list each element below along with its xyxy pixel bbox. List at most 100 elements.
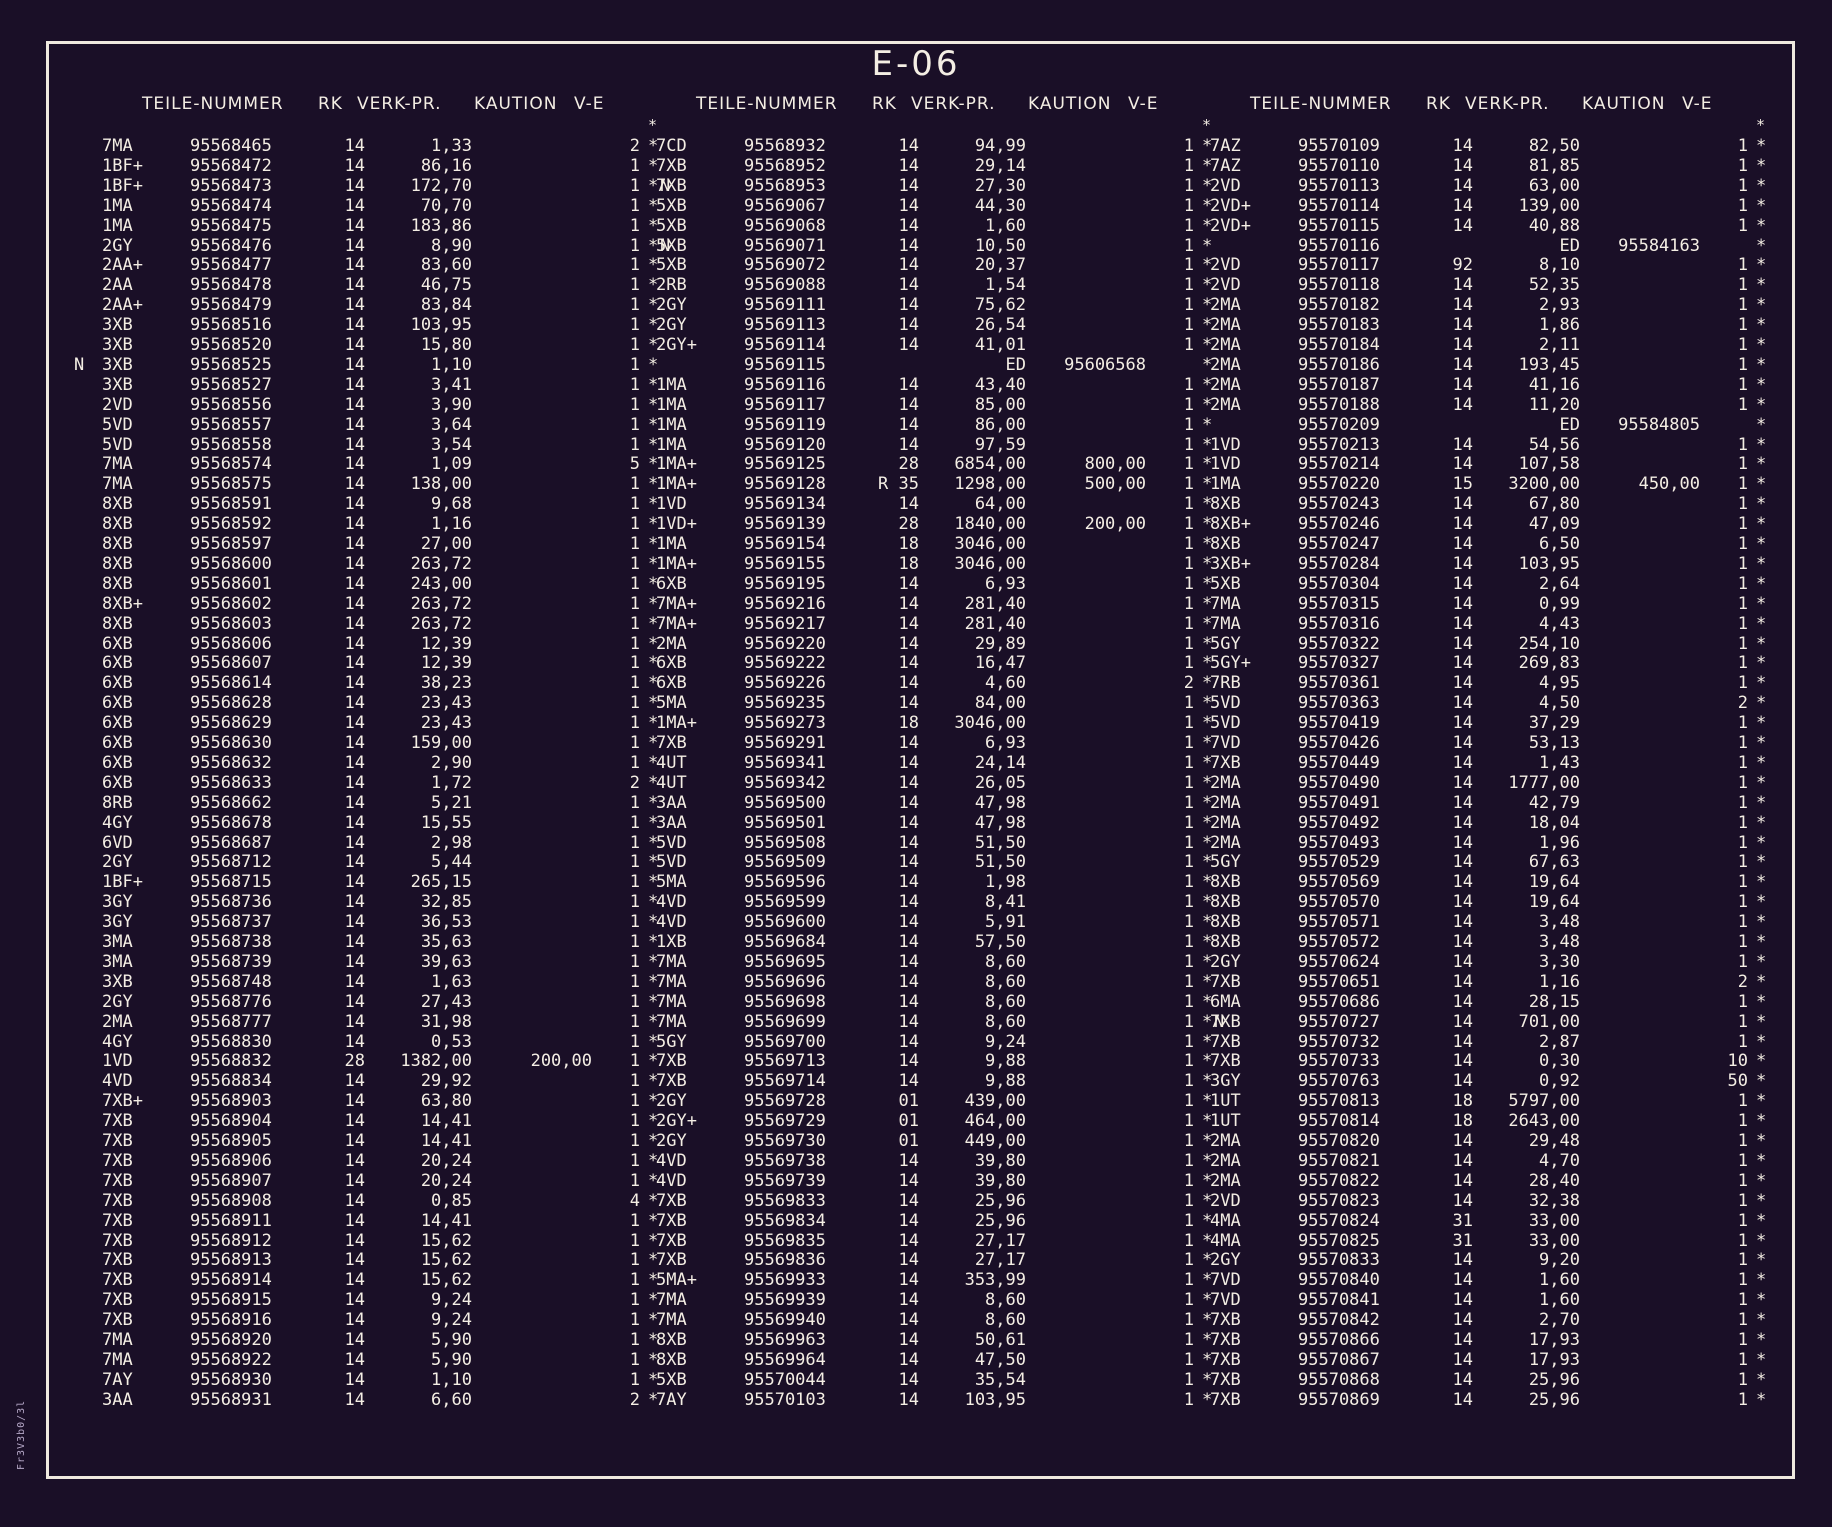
cell-star: * <box>1756 394 1767 415</box>
cell-price: 9,88 <box>985 1051 1026 1072</box>
cell-price: 67,63 <box>1528 852 1580 873</box>
cell-part-number: 95568592 <box>190 514 272 535</box>
cell-price: 17,93 <box>1528 1330 1580 1350</box>
cell-rk: 14 <box>344 633 365 654</box>
cell-part-number: 95568912 <box>190 1230 272 1251</box>
cell-part-number: 95569713 <box>744 1051 826 1072</box>
cell-code: 2MA <box>1210 1131 1241 1151</box>
cell-part-number: 95570220 <box>1298 474 1380 495</box>
table-row: 4VD 95569599 14 8,41 1 * <box>624 892 1224 912</box>
cell-code: 1MA <box>656 434 687 455</box>
cell-code: 6XB <box>656 673 687 694</box>
cell-star: * <box>1756 832 1767 853</box>
cell-rk: 14 <box>344 613 365 634</box>
cell-price: 28,40 <box>1528 1170 1580 1191</box>
cell-price: 0,53 <box>431 1031 472 1052</box>
cell-part-number: 95569128 <box>744 474 826 495</box>
cell-rk: 14 <box>1452 951 1473 972</box>
cell-code: 1VD <box>1210 454 1241 475</box>
cell-rk: 14 <box>898 235 919 256</box>
cell-code: 1MA <box>1210 474 1241 495</box>
table-row: 7XB 95568953 14 27,30 1 * <box>624 176 1224 196</box>
cell-rk: 14 <box>1452 195 1473 216</box>
cell-rk: 14 <box>898 295 919 316</box>
table-row: 2MA 95570490 14 1777,00 1 * <box>1178 773 1778 793</box>
cell-rk: 14 <box>898 434 919 455</box>
table-row: 5VD 95570419 14 37,29 1 * <box>1178 713 1778 733</box>
cell-rk: 14 <box>1452 374 1473 395</box>
cell-star: * <box>1756 852 1767 873</box>
cell-part-number: 95569509 <box>744 852 826 873</box>
cell-star: * <box>1756 195 1767 216</box>
cell-price: 9,88 <box>985 1071 1026 1092</box>
cell-part-number: 95568920 <box>190 1330 272 1350</box>
cell-code: 2GY <box>102 235 133 256</box>
cell-part-number: 95569699 <box>744 1011 826 1032</box>
cell-unit: 1 <box>1737 633 1748 654</box>
cell-part-number: 95570316 <box>1298 613 1380 634</box>
cell-star: * <box>1756 892 1767 913</box>
table-row: 8XB 95570243 14 67,80 1 * <box>1178 494 1778 514</box>
cell-rk: 14 <box>1452 653 1473 674</box>
cell-rk: 14 <box>898 1051 919 1072</box>
cell-unit: 1 <box>1737 1389 1748 1410</box>
cell-price: 449,00 <box>964 1131 1026 1151</box>
table-row: 1VD+ 95569139 28 1840,00 200,00 1 * <box>624 514 1224 534</box>
cell-code: 2MA <box>1210 1150 1241 1171</box>
cell-code: 7XB <box>656 155 687 176</box>
table-row: 7VD 95570841 14 1,60 1 * <box>1178 1290 1778 1310</box>
cell-part-number: 95570188 <box>1298 394 1380 415</box>
cell-code: 1MA <box>656 374 687 395</box>
cell-rk: 14 <box>344 553 365 574</box>
table-row: 7AZ 95570110 14 81,85 1 * <box>1178 156 1778 176</box>
cell-rk: 14 <box>898 971 919 992</box>
cell-star: * <box>1756 1011 1767 1032</box>
cell-part-number: 95570322 <box>1298 633 1380 654</box>
cell-price: 27,00 <box>420 534 472 554</box>
table-row: 2GY+ 95569114 14 41,01 1 * <box>624 335 1224 355</box>
cell-code: 2MA <box>1210 295 1241 316</box>
table-row: 4MA 95570824 31 33,00 1 * <box>1178 1211 1778 1231</box>
cell-price: 14,41 <box>420 1131 472 1151</box>
cell-code: 5VD <box>656 832 687 853</box>
cell-part-number: 95568931 <box>190 1389 272 1410</box>
header-kaution: KAUTION <box>1582 94 1666 114</box>
table-row: 7MA 95569698 14 8,60 1 * <box>624 992 1224 1012</box>
cell-rk: 14 <box>1452 275 1473 296</box>
cell-part-number: 95569714 <box>744 1071 826 1092</box>
cell-part-number: 95569836 <box>744 1250 826 1271</box>
cell-part-number: 95568516 <box>190 315 272 336</box>
cell-code: 7XB <box>102 1250 133 1271</box>
cell-star: * <box>1756 792 1767 813</box>
cell-rk: 14 <box>344 1270 365 1291</box>
cell-part-number: 95568932 <box>744 136 826 156</box>
cell-code: 2MA <box>1210 812 1241 833</box>
cell-code: 3XB <box>102 335 133 355</box>
cell-code: 2GY+ <box>656 335 697 355</box>
cell-price: 8,60 <box>985 1310 1026 1331</box>
cell-star: * <box>1756 812 1767 833</box>
cell-rk: 14 <box>898 335 919 355</box>
cell-code: 4VD <box>656 912 687 933</box>
cell-code: 6XB <box>102 733 133 753</box>
cell-rk: 14 <box>1452 772 1473 793</box>
cell-part-number: 95569222 <box>744 653 826 674</box>
cell-price: 53,13 <box>1528 733 1580 753</box>
cell-unit: 1 <box>1737 912 1748 933</box>
table-row: 6MA 95570686 14 28,15 1 * <box>1178 992 1778 1012</box>
cell-price: 46,75 <box>420 275 472 296</box>
cell-price: 263,72 <box>410 613 472 634</box>
cell-code: 6XB <box>656 653 687 674</box>
cell-price: 1,54 <box>985 275 1026 296</box>
cell-part-number: 95568906 <box>190 1150 272 1171</box>
cell-rk: 14 <box>898 1349 919 1370</box>
cell-rk: 14 <box>344 872 365 893</box>
cell-part-number: 95569696 <box>744 971 826 992</box>
table-row: 7XB 95568907 14 20,24 1 * <box>70 1171 670 1191</box>
cell-unit: 1 <box>1737 653 1748 674</box>
cell-code: 2GY <box>1210 951 1241 972</box>
cell-rk: 14 <box>1452 593 1473 614</box>
cell-code: 7MA+ <box>656 613 697 634</box>
cell-star: * <box>1756 1170 1767 1191</box>
cell-code: 8XB <box>656 1349 687 1370</box>
